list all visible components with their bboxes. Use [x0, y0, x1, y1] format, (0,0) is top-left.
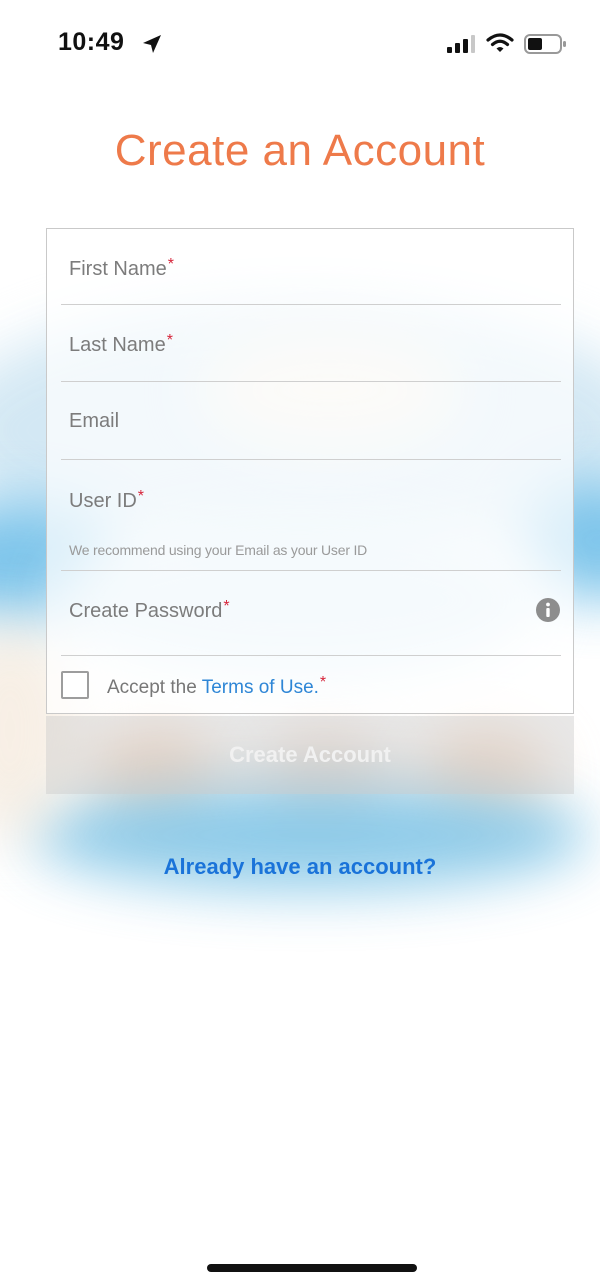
home-indicator	[207, 1264, 417, 1272]
terms-row: Accept the Terms of Use.*	[61, 671, 561, 703]
user-id-field[interactable]: User ID* We recommend using your Email a…	[61, 460, 561, 571]
first-name-field[interactable]: First Name*	[61, 229, 561, 305]
battery-icon	[524, 34, 566, 54]
terms-of-use-link[interactable]: Terms of Use.	[202, 677, 319, 698]
user-id-label: User ID*	[69, 488, 145, 512]
required-mark: *	[137, 488, 145, 505]
last-name-field[interactable]: Last Name*	[61, 305, 561, 382]
first-name-label: First Name*	[69, 256, 175, 280]
page-title: Create an Account	[114, 126, 486, 175]
required-mark: *	[319, 674, 327, 691]
last-name-label: Last Name*	[69, 332, 173, 356]
info-icon[interactable]	[535, 597, 561, 623]
user-id-hint: We recommend using your Email as your Us…	[69, 542, 368, 558]
email-field[interactable]: Email	[61, 382, 561, 460]
terms-label: Accept the Terms of Use.*	[107, 674, 326, 699]
required-mark: *	[167, 256, 175, 273]
required-mark: *	[166, 332, 173, 349]
already-have-account-link[interactable]: Already have an account?	[0, 854, 600, 880]
required-mark: *	[223, 598, 230, 615]
status-time: 10:49	[58, 28, 125, 56]
location-arrow-icon	[143, 35, 161, 53]
terms-prefix: Accept the	[107, 677, 202, 698]
create-account-screen: 10:49 Create an Account First Name* Last…	[0, 0, 600, 1280]
terms-checkbox[interactable]	[61, 671, 89, 699]
cellular-signal-icon	[447, 35, 475, 53]
password-field[interactable]: Create Password*	[61, 571, 561, 656]
signup-form: First Name* Last Name* Email User ID* We…	[46, 228, 574, 714]
status-bar: 10:49	[0, 0, 600, 90]
email-label: Email	[69, 410, 120, 432]
create-account-button[interactable]: Create Account	[46, 716, 574, 794]
wifi-icon	[486, 33, 514, 52]
password-label: Create Password*	[69, 598, 230, 622]
